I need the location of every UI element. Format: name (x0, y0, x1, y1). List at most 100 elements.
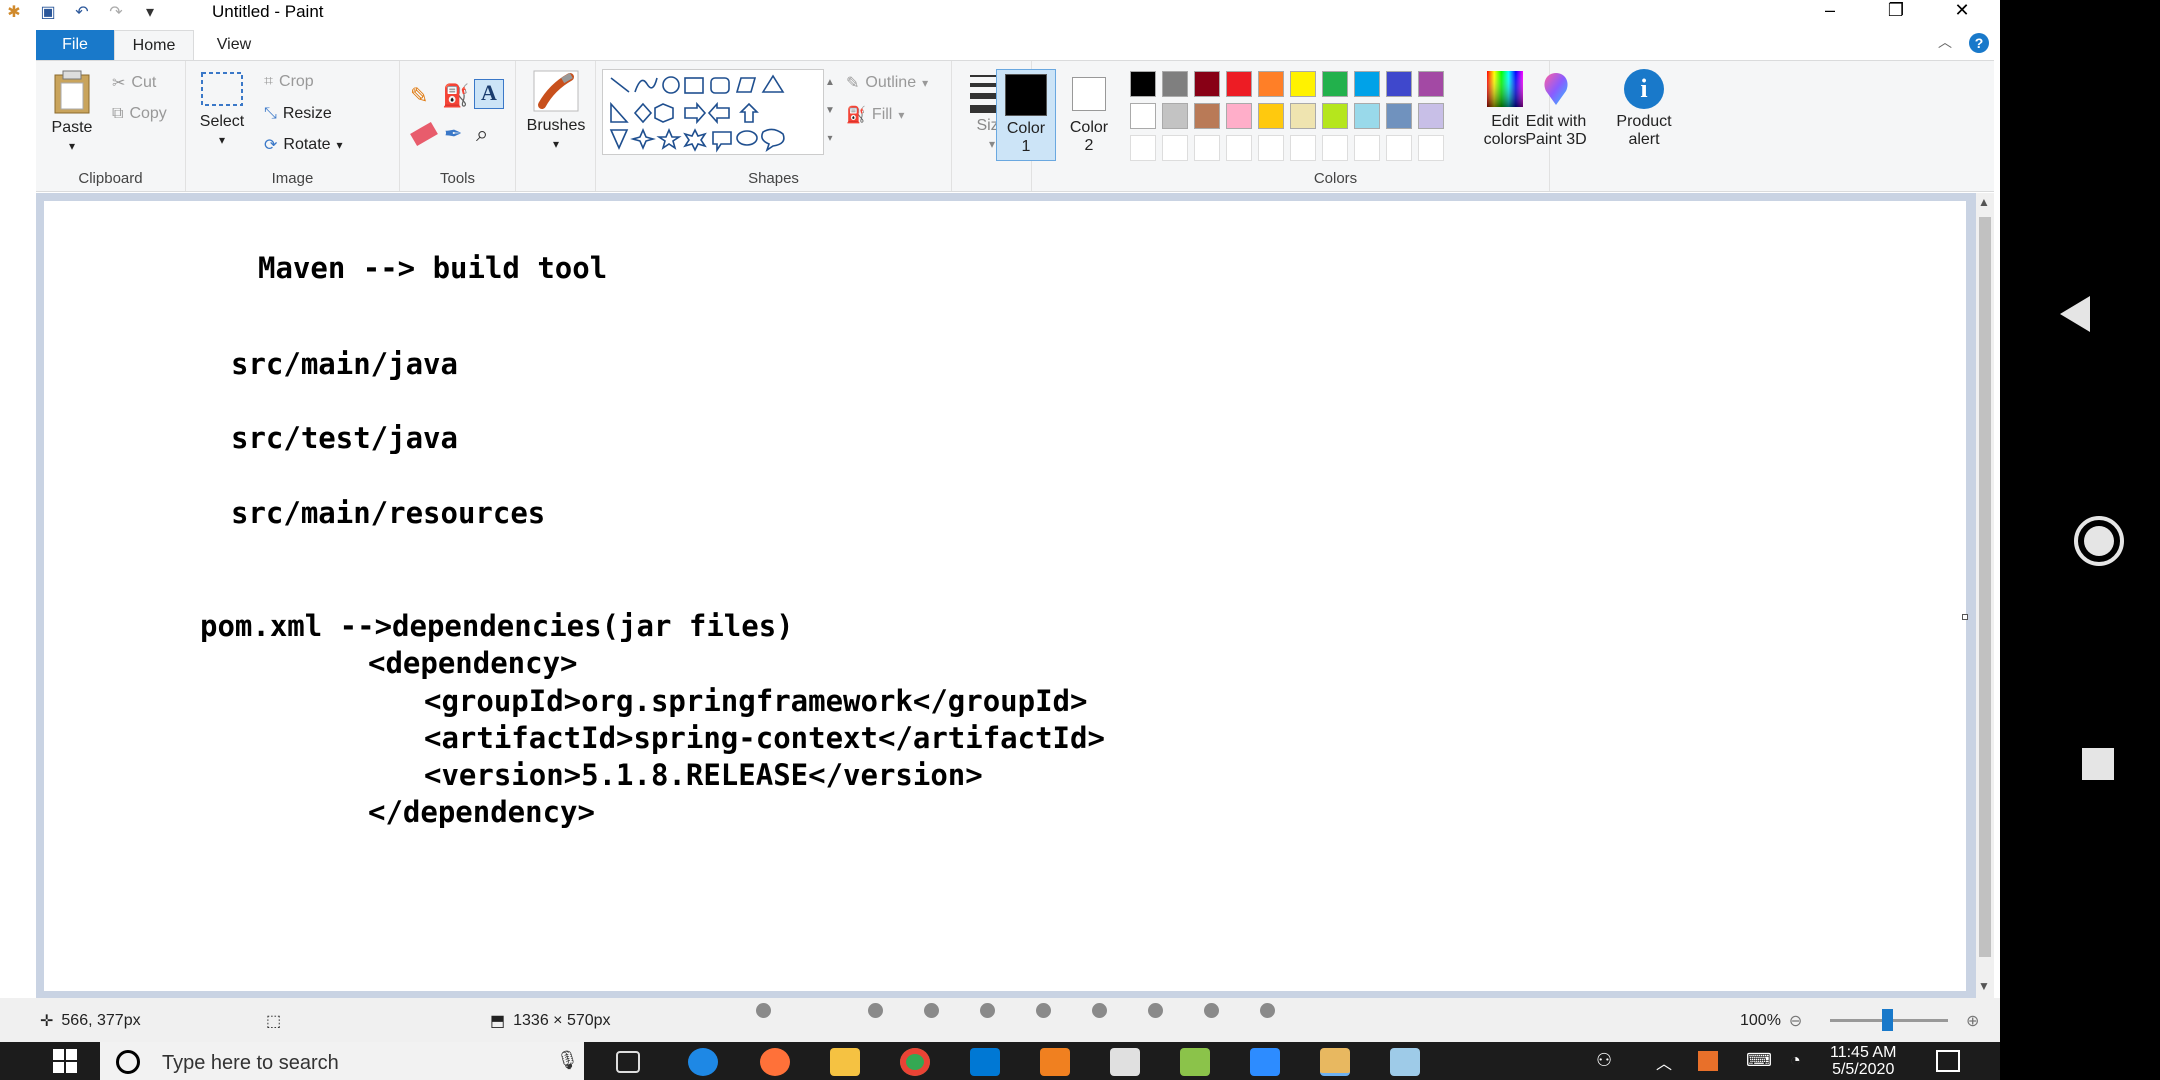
palette-swatch[interactable] (1130, 71, 1156, 97)
palette-swatch[interactable] (1194, 103, 1220, 129)
canvas-resize-handle[interactable] (1962, 614, 1968, 620)
vlc-icon[interactable] (1040, 1048, 1070, 1076)
paste-button[interactable]: Paste ▾ (42, 69, 102, 155)
zoom-meeting-icon[interactable] (1250, 1048, 1280, 1076)
file-explorer-icon[interactable] (830, 1048, 860, 1076)
fill-bucket-icon[interactable]: ⛽ (442, 83, 469, 109)
collapse-ribbon-icon[interactable]: ︿ (1938, 32, 1952, 52)
notepad-icon[interactable] (1390, 1048, 1420, 1076)
minimize-button[interactable]: – (1800, 0, 1860, 24)
home-icon[interactable] (2074, 516, 2124, 566)
notepad-plus-icon[interactable] (1180, 1048, 1210, 1076)
windows-start-icon[interactable] (52, 1048, 78, 1074)
redo-icon[interactable]: ↷ (106, 2, 126, 22)
palette-swatch[interactable] (1354, 135, 1380, 161)
text-tool-icon[interactable]: A (474, 79, 504, 109)
vertical-scrollbar[interactable]: ▲ ▼ (1976, 193, 1994, 998)
mail-icon[interactable] (970, 1048, 1000, 1076)
wifi-icon[interactable]: ◔ (1790, 1050, 1801, 1071)
tray-app-icon[interactable] (1698, 1051, 1718, 1071)
firefox-icon[interactable] (760, 1048, 790, 1076)
edge-icon[interactable] (688, 1048, 718, 1076)
back-icon[interactable] (2060, 296, 2090, 332)
taskbar-clock[interactable]: 11:45 AM 5/5/2020 (1830, 1044, 1896, 1078)
recent-apps-icon[interactable] (2082, 748, 2114, 780)
shapes-gallery[interactable] (602, 69, 824, 155)
palette-swatch[interactable] (1194, 135, 1220, 161)
product-alert-button[interactable]: i Product alert (1606, 69, 1682, 149)
crop-label: Crop (279, 73, 314, 90)
palette-swatch[interactable] (1386, 135, 1412, 161)
show-hidden-icons-icon[interactable]: ︿ (1656, 1050, 1672, 1074)
crop-icon: ⌗ (264, 73, 274, 90)
palette-swatch[interactable] (1386, 103, 1412, 129)
zoom-slider-thumb[interactable] (1882, 1009, 1893, 1031)
paint-taskbar-icon[interactable] (1320, 1048, 1350, 1076)
scroll-down-icon[interactable]: ▼ (1978, 979, 1990, 993)
palette-swatch[interactable] (1226, 135, 1252, 161)
cut-button[interactable]: ✂ Cut (112, 73, 156, 93)
palette-swatch[interactable] (1290, 103, 1316, 129)
palette-swatch[interactable] (1258, 135, 1284, 161)
palette-swatch[interactable] (1258, 103, 1284, 129)
close-button[interactable]: ✕ (1932, 0, 1992, 24)
rotate-button[interactable]: ⟳ Rotate ▾ (264, 135, 343, 155)
palette-swatch[interactable] (1354, 71, 1380, 97)
save-icon[interactable]: ▣ (38, 2, 58, 22)
crop-button[interactable]: ⌗ Crop (264, 73, 314, 91)
drawing-canvas[interactable]: Maven --> build tool src/main/java src/t… (44, 201, 1968, 991)
palette-swatch[interactable] (1386, 71, 1412, 97)
taskbar-search[interactable]: Type here to search 🎙 (100, 1042, 584, 1080)
microphone-icon[interactable]: 🎙 (556, 1050, 579, 1071)
outline-button[interactable]: ✎ Outline ▾ (846, 73, 928, 93)
palette-swatch[interactable] (1162, 135, 1188, 161)
tab-file[interactable]: File (36, 30, 114, 60)
palette-swatch[interactable] (1418, 71, 1444, 97)
palette-swatch[interactable] (1226, 103, 1252, 129)
brushes-button[interactable]: Brushes ▾ (520, 69, 592, 153)
palette-swatch[interactable] (1354, 103, 1380, 129)
color1-button[interactable]: Color 1 (996, 69, 1056, 161)
people-icon[interactable]: ⚇ (1596, 1050, 1612, 1071)
network-icon[interactable]: ⌨ (1746, 1050, 1772, 1071)
copy-button[interactable]: ⧉ Copy (112, 105, 167, 123)
eraser-icon[interactable] (410, 121, 438, 147)
task-view-icon[interactable] (616, 1051, 640, 1073)
palette-swatch[interactable] (1418, 103, 1444, 129)
palette-swatch[interactable] (1194, 71, 1220, 97)
restore-button[interactable]: ❐ (1866, 0, 1926, 24)
magnifier-icon[interactable]: ⌕ (476, 121, 488, 147)
palette-swatch[interactable] (1290, 135, 1316, 161)
palette-swatch[interactable] (1226, 71, 1252, 97)
palette-swatch[interactable] (1130, 135, 1156, 161)
resize-button[interactable]: ⤡ Resize (264, 105, 332, 123)
palette-swatch[interactable] (1130, 103, 1156, 129)
palette-swatch[interactable] (1162, 71, 1188, 97)
help-icon[interactable]: ? (1969, 33, 1989, 53)
palette-swatch[interactable] (1322, 71, 1348, 97)
tab-home[interactable]: Home (114, 30, 194, 60)
palette-swatch[interactable] (1418, 135, 1444, 161)
chrome-icon[interactable] (900, 1048, 930, 1076)
zoom-out-icon[interactable]: ⊖ (1789, 1011, 1802, 1031)
palette-swatch[interactable] (1290, 71, 1316, 97)
color2-button[interactable]: Color 2 (1060, 69, 1118, 161)
palette-swatch[interactable] (1322, 135, 1348, 161)
tab-view[interactable]: View (194, 30, 274, 60)
select-button[interactable]: Select ▾ (194, 69, 250, 149)
customize-qat-icon[interactable]: ▾ (140, 2, 160, 22)
store-icon[interactable] (1110, 1048, 1140, 1076)
fill-button[interactable]: ⛽ Fill ▾ (846, 105, 904, 125)
scrollbar-thumb[interactable] (1979, 217, 1991, 957)
undo-icon[interactable]: ↶ (72, 2, 92, 22)
color-picker-icon[interactable]: ✒ (444, 121, 462, 147)
palette-swatch[interactable] (1322, 103, 1348, 129)
palette-swatch[interactable] (1162, 103, 1188, 129)
scroll-up-icon[interactable]: ▲ (1978, 195, 1990, 209)
action-center-icon[interactable] (1936, 1050, 1960, 1072)
shapes-scroll[interactable]: ▲ ▼ ▾ (824, 69, 836, 155)
zoom-in-icon[interactable]: ⊕ (1966, 1011, 1979, 1031)
pencil-icon[interactable]: ✎ (410, 83, 436, 109)
edit-with-paint3d-button[interactable]: Edit with Paint 3D (1506, 69, 1606, 149)
palette-swatch[interactable] (1258, 71, 1284, 97)
